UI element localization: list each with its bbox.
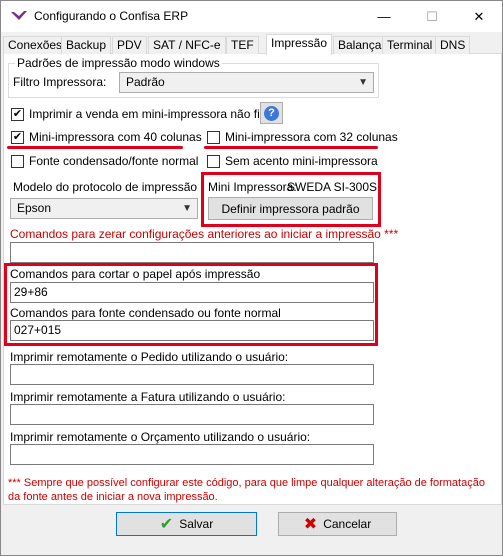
chevron-down-icon: ▼: [182, 203, 192, 214]
checkmark-icon: ✔: [11, 107, 24, 121]
highlight-underline: [7, 146, 183, 149]
maximize-icon: ☐: [426, 8, 438, 24]
font-commands-input[interactable]: 027+015: [10, 320, 374, 341]
tab-backup[interactable]: Backup: [61, 36, 112, 54]
app-logo-icon: [11, 11, 27, 20]
font-commands-label: Comandos para fonte condensado ou fonte …: [10, 306, 281, 320]
cancel-x-icon: ✖: [303, 516, 318, 533]
tab-balanca[interactable]: Balança: [333, 36, 387, 54]
remote-invoice-input[interactable]: [10, 404, 374, 425]
reset-commands-label: Comandos para zerar configurações anteri…: [10, 227, 399, 241]
mini-printer-label: Mini Impressora:: [208, 180, 297, 194]
config-window: Configurando o Confisa ERP — ☐ ✕ Conexõe…: [0, 0, 503, 556]
cols40-checkbox[interactable]: ✔ Mini-impressora com 40 colunas: [11, 130, 202, 144]
protocol-value: Epson: [17, 201, 52, 215]
remote-quote-label: Imprimir remotamente o Orçamento utiliza…: [10, 430, 311, 444]
filter-printer-select[interactable]: Padrão ▼: [119, 72, 374, 93]
group-legend: Padrões de impressão modo windows: [15, 56, 222, 70]
tab-strip: Conexões Backup PDV SAT / NFC-e TEF Impr…: [3, 34, 502, 55]
empty-checkbox-icon: [207, 154, 220, 168]
save-button[interactable]: ✔ Salvar: [116, 512, 257, 536]
tab-impressao[interactable]: Impressão: [266, 34, 333, 55]
cols40-label: Mini-impressora com 40 colunas: [29, 130, 202, 144]
save-label: Salvar: [179, 517, 214, 531]
remote-quote-input[interactable]: [10, 444, 374, 465]
question-icon: ?: [264, 105, 279, 121]
cut-commands-label: Comandos para cortar o papel após impres…: [10, 267, 261, 281]
tab-pdv[interactable]: PDV: [112, 36, 147, 54]
maximize-button[interactable]: ☐: [409, 1, 455, 32]
remote-invoice-label: Imprimir remotamente a Fatura utilizando…: [10, 390, 286, 404]
set-default-printer-button[interactable]: Definir impressora padrão: [208, 197, 373, 220]
cancel-button[interactable]: ✖ Cancelar: [278, 512, 397, 536]
cancel-label: Cancelar: [323, 517, 372, 531]
protocol-label: Modelo do protocolo de impressão: [13, 180, 198, 194]
empty-checkbox-icon: [11, 154, 24, 168]
remote-order-input[interactable]: [10, 364, 374, 385]
condensed-checkbox[interactable]: Fonte condensado/fonte normal: [11, 154, 198, 168]
no-accent-checkbox[interactable]: Sem acento mini-impressora: [207, 154, 378, 168]
checkmark-icon: ✔: [11, 130, 24, 144]
print-sale-checkbox[interactable]: ✔ Imprimir a venda em mini-impressora nã…: [11, 107, 281, 121]
remote-order-label: Imprimir remotamente o Pedido utilizando…: [10, 350, 289, 364]
protocol-select[interactable]: Epson ▼: [10, 198, 198, 219]
filter-printer-label: Filtro Impressora:: [13, 75, 107, 89]
cols32-label: Mini-impressora com 32 colunas: [225, 130, 398, 144]
tab-tef[interactable]: TEF: [226, 36, 259, 54]
tab-dns[interactable]: DNS: [435, 36, 471, 54]
cols32-checkbox[interactable]: Mini-impressora com 32 colunas: [207, 130, 398, 144]
no-accent-label: Sem acento mini-impressora: [225, 154, 378, 168]
cut-commands-input[interactable]: 29+86: [10, 282, 374, 303]
tab-terminal[interactable]: Terminal: [382, 36, 438, 54]
mini-printer-name: SWEDA SI-300S: [287, 180, 378, 194]
print-sale-label: Imprimir a venda em mini-impressora não …: [29, 107, 282, 121]
window-title: Configurando o Confisa ERP: [34, 9, 189, 23]
close-icon: ✕: [473, 8, 485, 24]
help-button[interactable]: ?: [260, 102, 283, 124]
checkmark-icon: ✔: [159, 516, 174, 533]
minimize-icon: —: [377, 9, 391, 24]
title-bar[interactable]: Configurando o Confisa ERP — ☐ ✕: [1, 1, 502, 32]
tab-sat-nfce[interactable]: SAT / NFC-e: [148, 36, 226, 54]
chevron-down-icon: ▼: [358, 77, 368, 88]
close-button[interactable]: ✕: [456, 1, 502, 32]
tab-conexoes[interactable]: Conexões: [3, 36, 68, 54]
footnote-text: *** Sempre que possível configurar este …: [8, 477, 485, 503]
condensed-label: Fonte condensado/fonte normal: [29, 154, 199, 168]
highlight-underline: [204, 146, 378, 149]
empty-checkbox-icon: [207, 130, 220, 144]
reset-commands-input[interactable]: [10, 242, 374, 263]
minimize-button[interactable]: —: [361, 1, 407, 32]
filter-printer-value: Padrão: [126, 75, 165, 89]
